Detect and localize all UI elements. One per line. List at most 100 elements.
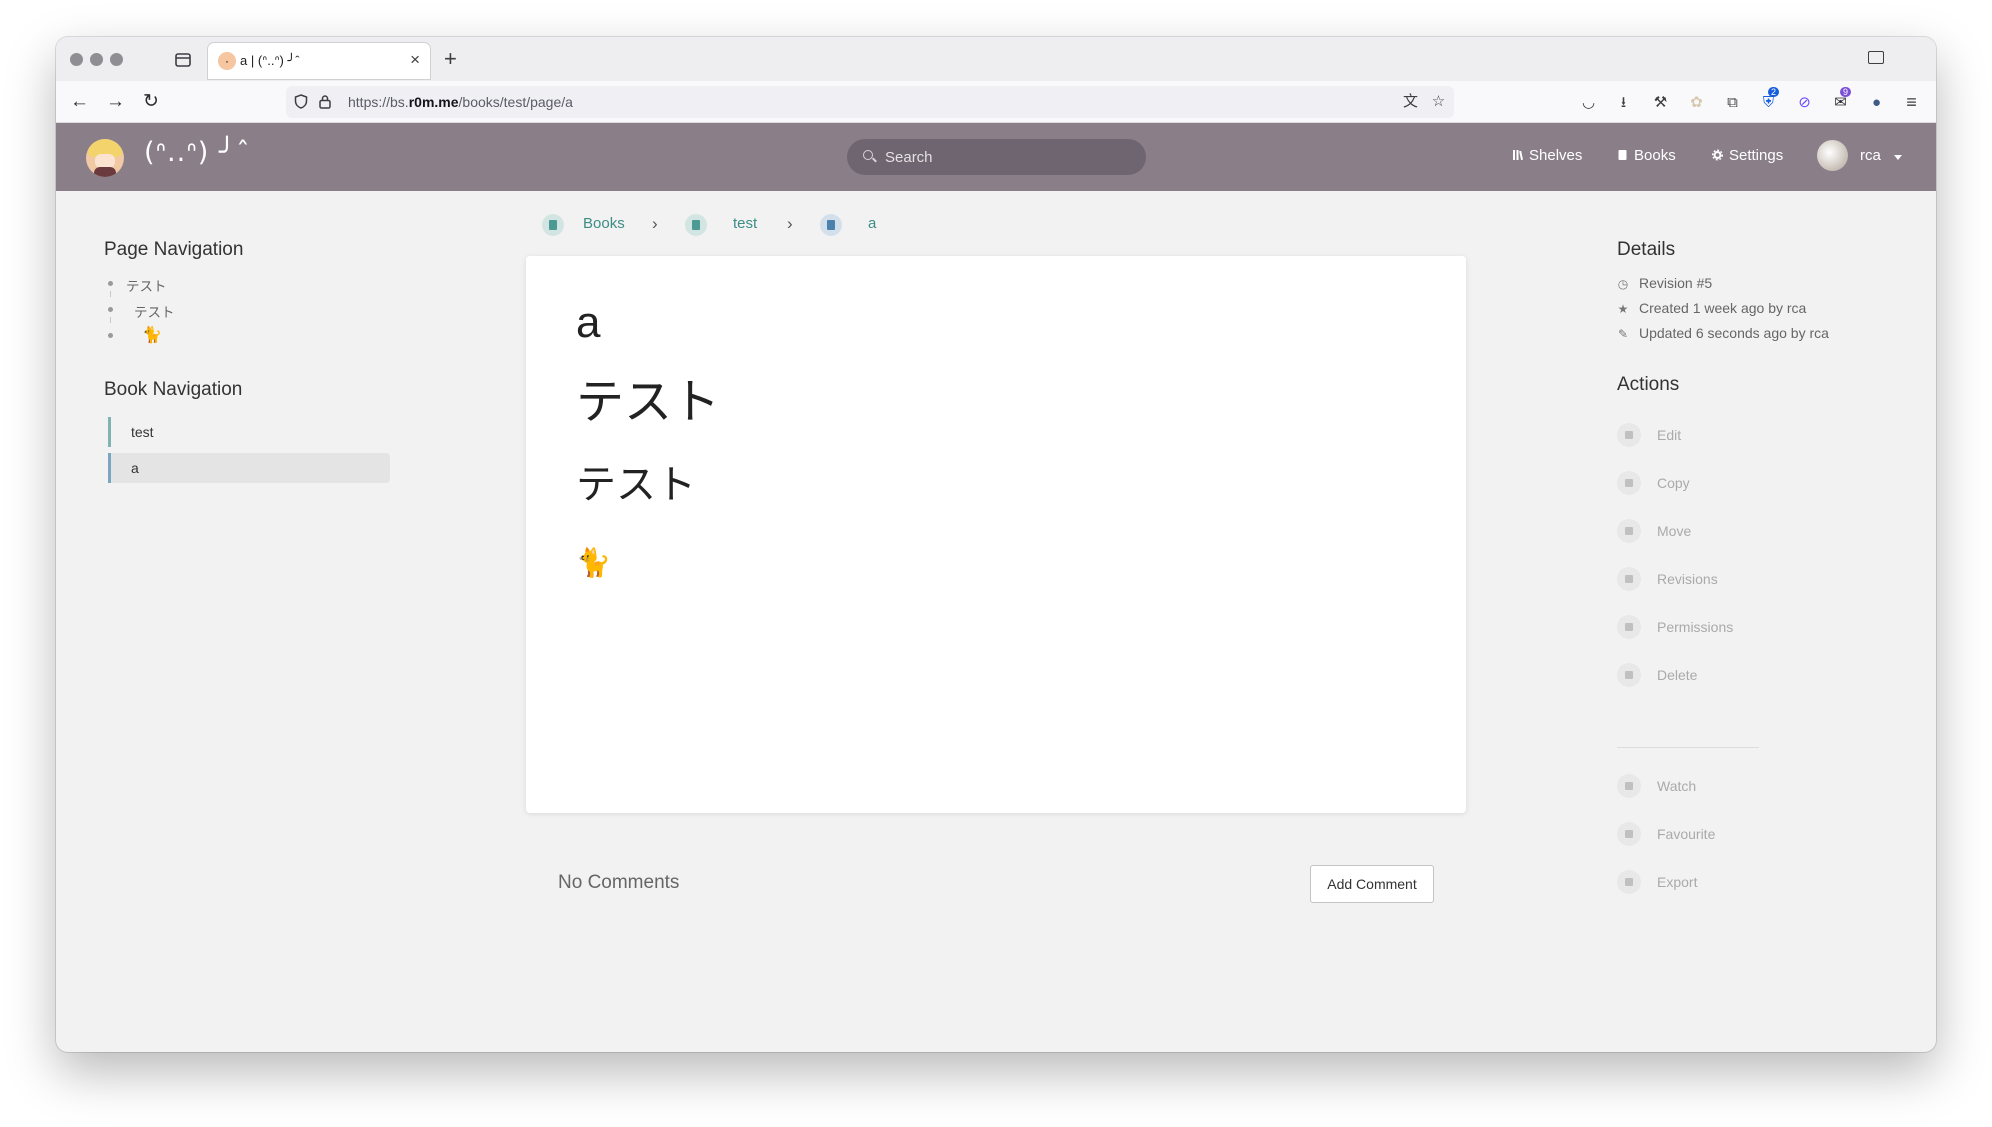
user-avatar[interactable] <box>1817 140 1848 171</box>
created-text: Created 1 week ago by rca <box>1639 300 1807 316</box>
site-name[interactable]: (ᐢ..ᐢ) ╯ˆ <box>144 137 251 168</box>
browser-tab-active[interactable]: · a | (ᐢ..ᐢ) ╯ˆ × <box>208 43 430 79</box>
page-nav-item[interactable]: テスト <box>134 301 175 321</box>
nav-bullet <box>108 333 113 338</box>
book-nav-item-a[interactable]: a <box>108 453 390 483</box>
reload-icon[interactable]: ↻ <box>143 91 159 113</box>
url-scheme: https://bs. <box>348 94 409 110</box>
nav-books-label: Books <box>1634 147 1676 164</box>
content-paragraph: 🐈 <box>576 546 611 579</box>
downloads-icon[interactable]: ⭳ <box>1615 94 1632 111</box>
list-all-tabs-icon[interactable] <box>1868 51 1884 64</box>
nav-bullet <box>108 281 113 286</box>
page-nav-item[interactable]: テスト <box>126 275 167 295</box>
chevron-right-icon: › <box>787 214 793 233</box>
breadcrumb-test[interactable]: test <box>733 212 757 236</box>
nav-settings-link[interactable]: Settings <box>1712 147 1783 164</box>
updated-text: Updated 6 seconds ago by rca <box>1639 325 1829 341</box>
add-comment-button[interactable]: Add Comment <box>1310 865 1434 903</box>
lock-icon <box>1617 615 1641 639</box>
nav-shelves-label: Shelves <box>1529 147 1583 164</box>
breadcrumb-a[interactable]: a <box>868 212 876 236</box>
bitwarden-badge: 2 <box>1768 87 1780 97</box>
favourite-label: Favourite <box>1657 826 1716 842</box>
tab-close-icon[interactable]: × <box>410 51 420 69</box>
breadcrumb-books[interactable]: Books <box>583 212 625 236</box>
url-text[interactable]: https://bs.r0m.me/books/test/page/a <box>348 86 573 118</box>
pocket-icon[interactable]: ◡ <box>1580 94 1597 111</box>
kagi-icon[interactable]: ● <box>1868 94 1885 111</box>
browser-window: · a | (ᐢ..ᐢ) ╯ˆ × + ← → ↻ https://bs.r0m… <box>56 37 1936 1052</box>
history-icon <box>1617 567 1641 591</box>
history-icon: ◷ <box>1617 277 1629 291</box>
translate-icon[interactable]: 文 <box>1402 93 1419 110</box>
browser-toolbar: ← → ↻ https://bs.r0m.me/books/test/page/… <box>56 81 1936 123</box>
edit-label: Edit <box>1657 427 1682 443</box>
zoom-window-button[interactable] <box>110 53 123 66</box>
book-icon <box>542 214 564 236</box>
page-nav-item[interactable]: 🐈 <box>142 325 162 344</box>
url-path: /books/test/page/a <box>458 94 573 110</box>
trash-icon <box>1617 663 1641 687</box>
nav-bullet <box>108 307 113 312</box>
close-window-button[interactable] <box>70 53 83 66</box>
content-heading: テスト <box>576 374 721 430</box>
search-bar[interactable] <box>847 139 1146 175</box>
bookmark-star-icon[interactable]: ☆ <box>1430 93 1447 110</box>
nav-books-link[interactable]: Books <box>1617 147 1676 164</box>
firefox-view-icon[interactable] <box>172 49 194 71</box>
book-nav-item-test[interactable]: test <box>108 417 390 447</box>
user-name[interactable]: rca <box>1860 147 1881 164</box>
chevron-down-icon[interactable] <box>1894 155 1902 160</box>
edit-icon <box>1617 423 1641 447</box>
books-icon <box>1618 150 1627 160</box>
book-icon <box>685 214 707 236</box>
shelves-icon <box>1513 150 1523 161</box>
tab-title: a | (ᐢ..ᐢ) ╯ˆ <box>240 53 300 68</box>
export-label: Export <box>1657 874 1698 890</box>
menu-icon[interactable]: ≡ <box>1903 93 1920 111</box>
page-content-card: a テスト テスト 🐈 <box>526 256 1466 813</box>
nav-shelves-link[interactable]: Shelves <box>1512 147 1582 164</box>
folder-icon <box>1617 519 1641 543</box>
details-title: Details <box>1617 239 1676 260</box>
actions-divider <box>1617 747 1759 748</box>
url-bar[interactable]: https://bs.r0m.me/books/test/page/a 文 ☆ <box>286 86 1454 118</box>
comments-empty-label: No Comments <box>558 872 680 893</box>
pencil-icon: ✎ <box>1617 327 1629 341</box>
mastodon-badge: 9 <box>1840 87 1852 97</box>
new-tab-button[interactable]: + <box>444 46 457 72</box>
delete-label: Delete <box>1657 667 1698 683</box>
logo-avatar-icon[interactable] <box>86 139 124 177</box>
search-icon <box>863 150 873 160</box>
chevron-right-icon: › <box>652 214 658 233</box>
tab-strip: · a | (ᐢ..ᐢ) ╯ˆ × + <box>56 37 1936 81</box>
actions-title: Actions <box>1617 374 1680 395</box>
revision-detail[interactable]: ◷ Revision #5 <box>1617 275 1712 291</box>
updated-detail: ✎ Updated 6 seconds ago by rca <box>1617 325 1829 341</box>
search-input[interactable] <box>885 139 1135 175</box>
extension-icon[interactable]: ✿ <box>1688 94 1705 111</box>
url-host: r0m.me <box>408 94 459 110</box>
tracking-shield-icon[interactable] <box>294 94 308 109</box>
back-icon[interactable]: ← <box>70 91 89 113</box>
book-navigation-title: Book Navigation <box>104 379 243 400</box>
proton-icon[interactable]: ⊘ <box>1796 94 1813 111</box>
star-icon: ★ <box>1617 302 1629 316</box>
copy-label: Copy <box>1657 475 1690 491</box>
revision-text: Revision #5 <box>1639 275 1713 291</box>
permissions-label: Permissions <box>1657 619 1734 635</box>
puzzle-icon[interactable]: ⧉ <box>1724 94 1741 111</box>
forward-icon[interactable]: → <box>106 91 125 113</box>
wrench-icon[interactable]: ⚒ <box>1652 94 1669 111</box>
nav-guide-line <box>110 317 111 323</box>
tab-favicon-icon: · <box>218 52 236 70</box>
gear-icon <box>1712 149 1723 161</box>
star-icon <box>1617 822 1641 846</box>
minimize-window-button[interactable] <box>90 53 103 66</box>
created-detail: ★ Created 1 week ago by rca <box>1617 300 1807 316</box>
app-header: (ᐢ..ᐢ) ╯ˆ Shelves Books Settings rca <box>56 123 1936 191</box>
lock-icon[interactable] <box>318 94 332 109</box>
page-navigation-title: Page Navigation <box>104 239 244 260</box>
page-icon <box>820 214 842 236</box>
